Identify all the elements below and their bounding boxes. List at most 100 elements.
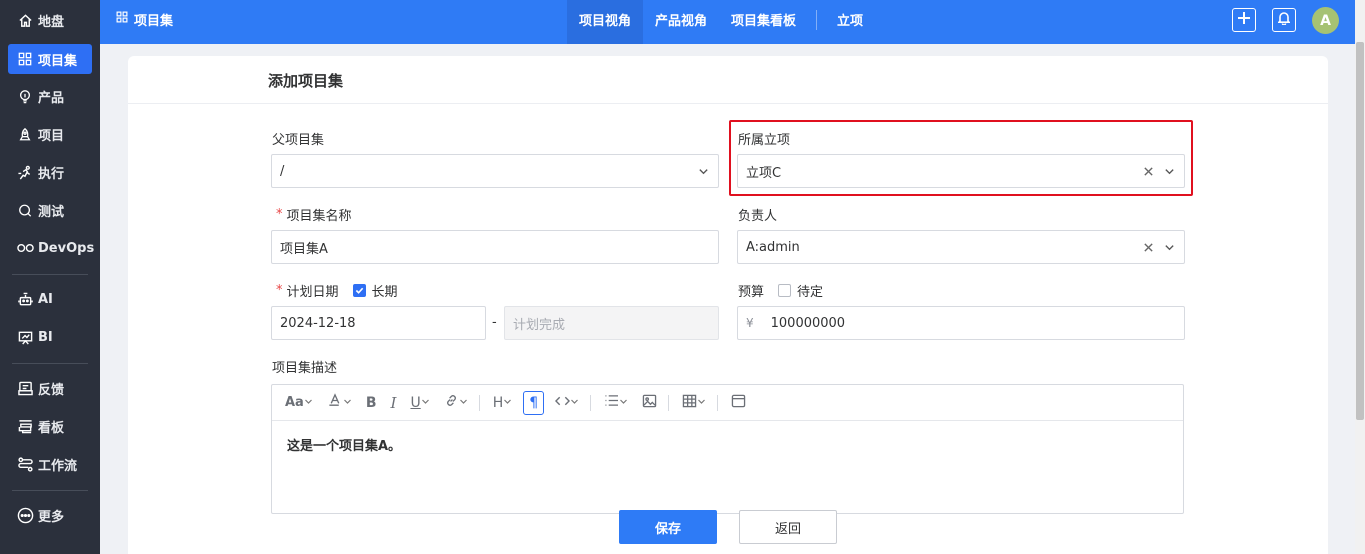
- create-button[interactable]: [1232, 8, 1256, 32]
- tab-product-view[interactable]: 产品视角: [643, 0, 719, 44]
- bold-tool[interactable]: B: [363, 391, 380, 415]
- scrollbar-thumb[interactable]: [1356, 42, 1364, 420]
- table-tool[interactable]: [679, 391, 709, 415]
- title-divider: [128, 103, 1328, 104]
- chevron-down-icon: [304, 395, 313, 410]
- lightbulb-icon: [16, 88, 34, 104]
- editor-content[interactable]: 这是一个项目集A。: [272, 421, 1183, 468]
- pending-label: 待定: [797, 285, 824, 300]
- sidebar-item-label: 更多: [38, 509, 65, 525]
- sidebar-item-test[interactable]: 测试: [8, 195, 92, 225]
- currency-symbol: ¥: [746, 316, 754, 330]
- sidebar-item-product[interactable]: 产品: [8, 81, 92, 111]
- sidebar-item-label: 工作流: [38, 458, 78, 474]
- owner-value: A:admin: [746, 239, 800, 255]
- tab-program-kanban[interactable]: 项目集看板: [719, 0, 808, 44]
- sidebar-item-more[interactable]: 更多: [8, 500, 92, 530]
- parent-program-select[interactable]: /: [271, 154, 719, 188]
- plan-begin-input[interactable]: 2024-12-18: [271, 306, 486, 340]
- program-name-label-text: 项目集名称: [286, 209, 352, 224]
- link-tool[interactable]: [441, 391, 471, 415]
- parent-program-value: /: [280, 163, 285, 179]
- owner-select[interactable]: A:admin: [737, 230, 1185, 264]
- paint-bucket-icon: [327, 393, 343, 412]
- sidebar-item-project[interactable]: 项目: [8, 119, 92, 149]
- toolbar-divider: [668, 394, 670, 411]
- magnifier-icon: [16, 202, 34, 218]
- breadcrumb[interactable]: 项目集: [116, 0, 173, 38]
- heading-tool[interactable]: H: [490, 391, 516, 415]
- layout-icon: [731, 394, 746, 412]
- sidebar-item-workflow[interactable]: 工作流: [8, 449, 92, 479]
- italic-tool[interactable]: I: [388, 391, 400, 415]
- paragraph-icon: ¶: [529, 394, 539, 411]
- clear-icon[interactable]: [1143, 242, 1154, 257]
- home-icon: [16, 12, 34, 28]
- table-icon: [682, 394, 697, 412]
- layout-tool[interactable]: [728, 391, 749, 415]
- list-icon: [604, 394, 619, 411]
- list-tool[interactable]: [601, 391, 631, 415]
- font-color-tool[interactable]: [324, 391, 355, 415]
- sidebar-item-label: DevOps: [38, 240, 95, 256]
- sidebar-item-devops[interactable]: DevOps: [8, 233, 95, 263]
- sidebar-item-feedback[interactable]: 反馈: [8, 373, 92, 403]
- plus-icon: [1237, 11, 1251, 29]
- workflow-icon: [16, 456, 34, 472]
- sidebar-item-label: 项目: [38, 128, 65, 144]
- image-icon: [642, 394, 657, 412]
- editor-toolbar: Aa B I U H ¶: [272, 385, 1183, 421]
- program-name-value: 项目集A: [280, 241, 328, 257]
- sidebar-item-label: 项目集: [38, 53, 78, 69]
- sidebar-item-bi[interactable]: BI: [8, 322, 92, 352]
- program-name-label: * 项目集名称: [276, 205, 352, 224]
- budget-input[interactable]: ¥ 100000000: [737, 306, 1185, 340]
- pending-checkbox[interactable]: [778, 284, 792, 297]
- tab-divider: [816, 10, 818, 30]
- plan-date-label: * 计划日期 长期: [276, 281, 398, 300]
- font-size-tool[interactable]: Aa: [282, 391, 316, 415]
- sidebar-item-execution[interactable]: 执行: [8, 157, 92, 187]
- save-button[interactable]: 保存: [619, 510, 717, 544]
- program-name-input[interactable]: 项目集A: [271, 230, 719, 264]
- italic-icon: I: [390, 393, 397, 412]
- description-editor[interactable]: Aa B I U H ¶ 这是一个项目集A。: [271, 384, 1184, 514]
- sidebar-item-dashboard[interactable]: 地盘: [8, 5, 92, 35]
- grid-icon: [16, 51, 34, 67]
- sidebar-divider: [12, 363, 88, 364]
- date-range-separator: -: [492, 315, 497, 330]
- code-tool[interactable]: [552, 391, 582, 415]
- toolbar-divider: [717, 394, 719, 411]
- notifications-button[interactable]: [1272, 8, 1296, 32]
- underline-tool[interactable]: U: [407, 391, 432, 415]
- back-button[interactable]: 返回: [739, 510, 837, 544]
- sidebar-item-label: 看板: [38, 420, 65, 436]
- sidebar-item-ai[interactable]: AI: [8, 284, 92, 314]
- image-tool[interactable]: [639, 391, 660, 415]
- plan-end-input: 计划完成: [504, 306, 719, 340]
- budget-label: 预算 待定: [738, 281, 823, 300]
- sidebar-item-label: 测试: [38, 204, 65, 220]
- chevron-down-icon: [619, 395, 628, 410]
- font-size-icon: Aa: [285, 395, 304, 410]
- chevron-down-icon: [503, 395, 512, 410]
- highlight-box: [729, 120, 1193, 196]
- sidebar-item-label: 执行: [38, 166, 65, 182]
- sidebar-item-label: BI: [38, 329, 53, 345]
- paragraph-tool[interactable]: ¶: [523, 390, 545, 415]
- sidebar-item-program[interactable]: 项目集: [8, 44, 92, 74]
- tab-project-view[interactable]: 项目视角: [567, 0, 644, 44]
- chevron-down-icon: [698, 166, 709, 181]
- user-avatar[interactable]: A: [1312, 7, 1339, 34]
- sidebar-item-kanban[interactable]: 看板: [8, 411, 92, 441]
- sidebar-item-label: 产品: [38, 90, 65, 106]
- tab-initiation[interactable]: 立项: [825, 0, 875, 44]
- grid-icon: [116, 11, 134, 27]
- sidebar: 地盘 项目集 产品 项目 执行 测试 DevOps AI BI 反馈 看板 工作…: [0, 0, 100, 554]
- chevron-down-icon: [697, 395, 706, 410]
- chevron-down-icon: [421, 395, 430, 410]
- sidebar-divider: [12, 274, 88, 275]
- description-label: 项目集描述: [272, 361, 338, 376]
- longterm-checkbox[interactable]: [352, 284, 366, 297]
- required-mark: *: [276, 207, 283, 222]
